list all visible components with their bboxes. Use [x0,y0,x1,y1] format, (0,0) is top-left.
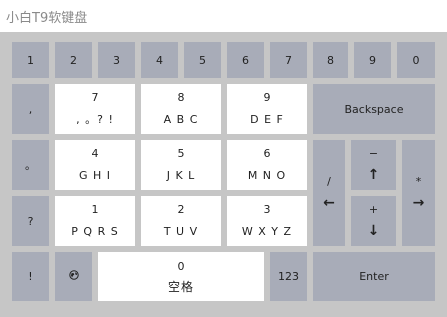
key-digit: 1 [91,203,99,216]
key-letters: W X Y Z [241,225,293,238]
key-t9-9[interactable]: 9 D E F [227,84,307,134]
key-letters: , 。? ! [76,113,114,126]
key-label: , [28,102,33,116]
key-label: 9 [369,53,376,67]
key-t9-0-space[interactable]: 0 空格 [98,252,264,301]
key-num-2[interactable]: 2 [55,42,92,78]
key-num-6[interactable]: 6 [227,42,264,78]
key-label: Backspace [344,102,404,116]
key-num-1[interactable]: 1 [12,42,49,78]
window-title: 小白T9软键盘 [6,11,88,26]
key-t9-8[interactable]: 8 A B C [141,84,221,134]
key-letters: 空格 [167,279,194,294]
key-question[interactable]: ? [12,196,49,246]
key-letters: D E F [250,113,284,126]
key-digit: 6 [263,147,271,160]
minus-up-key[interactable]: − ↑ [351,140,396,190]
slash-label: / [327,175,331,188]
key-num-9[interactable]: 9 [354,42,391,78]
key-label: Enter [359,270,389,283]
key-num-4[interactable]: 4 [141,42,178,78]
mode-123-button[interactable]: 123 [270,252,307,301]
key-label: 1 [27,53,34,67]
key-num-8[interactable]: 8 [313,42,348,78]
key-label: 8 [327,53,334,67]
key-label: 0 [412,53,420,67]
key-t9-4[interactable]: 4 G H I [55,140,135,190]
key-letters: G H I [78,169,112,182]
key-digit: 8 [177,91,185,104]
globe-icon [68,270,79,283]
key-t9-5[interactable]: 5 J K L [141,140,221,190]
key-letters: M N O [247,169,287,182]
plus-label: + [368,203,379,216]
key-digit: 9 [263,91,271,104]
key-label: 5 [199,53,206,67]
key-digit: 3 [263,203,271,216]
minus-label: − [368,147,379,160]
key-t9-2[interactable]: 2 T U V [141,196,221,246]
key-label: 6 [242,53,249,67]
key-t9-1[interactable]: 1 P Q R S [55,196,135,246]
slash-left-key[interactable]: / ← [313,140,345,246]
key-digit: 2 [177,203,185,216]
key-label: 4 [156,53,163,67]
key-t9-3[interactable]: 3 W X Y Z [227,196,307,246]
key-num-0[interactable]: 0 [397,42,435,78]
down-arrow-icon: ↓ [367,223,380,239]
key-num-5[interactable]: 5 [184,42,221,78]
t9-keyboard: 1 2 3 4 5 6 7 8 9 0 , 。 ? ! 7 , 。? ! 8 A… [0,32,447,317]
key-letters: P Q R S [71,225,119,238]
key-digit: 7 [91,91,99,104]
key-letters: T U V [163,225,199,238]
key-label: 2 [70,53,77,67]
key-digit: 5 [177,147,185,160]
key-label: 123 [278,270,299,283]
key-digit: 4 [91,147,99,160]
key-label: 3 [113,53,120,67]
key-label: 7 [285,53,292,67]
key-t9-6[interactable]: 6 M N O [227,140,307,190]
key-period[interactable]: 。 [12,140,49,190]
right-arrow-icon: → [412,195,425,211]
key-exclaim[interactable]: ! [12,252,49,301]
title-bar: 小白T9软键盘 [0,0,447,32]
key-t9-7[interactable]: 7 , 。? ! [55,84,135,134]
key-label: ? [27,214,34,228]
asterisk-label: * [415,175,422,188]
key-comma[interactable]: , [12,84,49,134]
asterisk-right-key[interactable]: * → [402,140,435,246]
key-digit: 0 [177,259,185,273]
enter-button[interactable]: Enter [313,252,435,301]
globe-button[interactable] [55,252,92,301]
key-label: 。 [25,159,36,172]
left-arrow-icon: ← [323,195,335,211]
plus-down-key[interactable]: + ↓ [351,196,396,246]
key-letters: A B C [163,113,199,126]
key-letters: J K L [166,169,196,182]
backspace-button[interactable]: Backspace [313,84,435,134]
up-arrow-icon: ↑ [367,167,380,183]
key-num-7[interactable]: 7 [270,42,307,78]
key-num-3[interactable]: 3 [98,42,135,78]
key-label: ! [28,270,33,283]
